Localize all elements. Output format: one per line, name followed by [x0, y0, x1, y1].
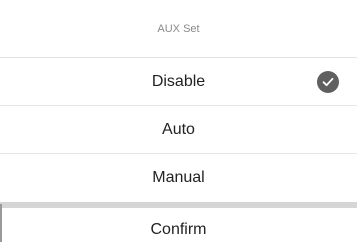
- option-label: Manual: [152, 169, 205, 186]
- confirm-button[interactable]: Confirm: [0, 208, 357, 242]
- checkmark-circle-icon: [317, 70, 339, 93]
- sheet-title: AUX Set: [0, 0, 357, 58]
- option-label: Auto: [162, 120, 195, 138]
- left-edge-divider: [0, 204, 2, 242]
- aux-set-action-sheet: AUX Set Disable Auto Manual Confirm: [0, 0, 357, 242]
- option-manual[interactable]: Manual: [0, 154, 357, 202]
- option-disable[interactable]: Disable: [0, 58, 357, 106]
- option-auto[interactable]: Auto: [0, 106, 357, 154]
- option-label: Disable: [151, 72, 206, 90]
